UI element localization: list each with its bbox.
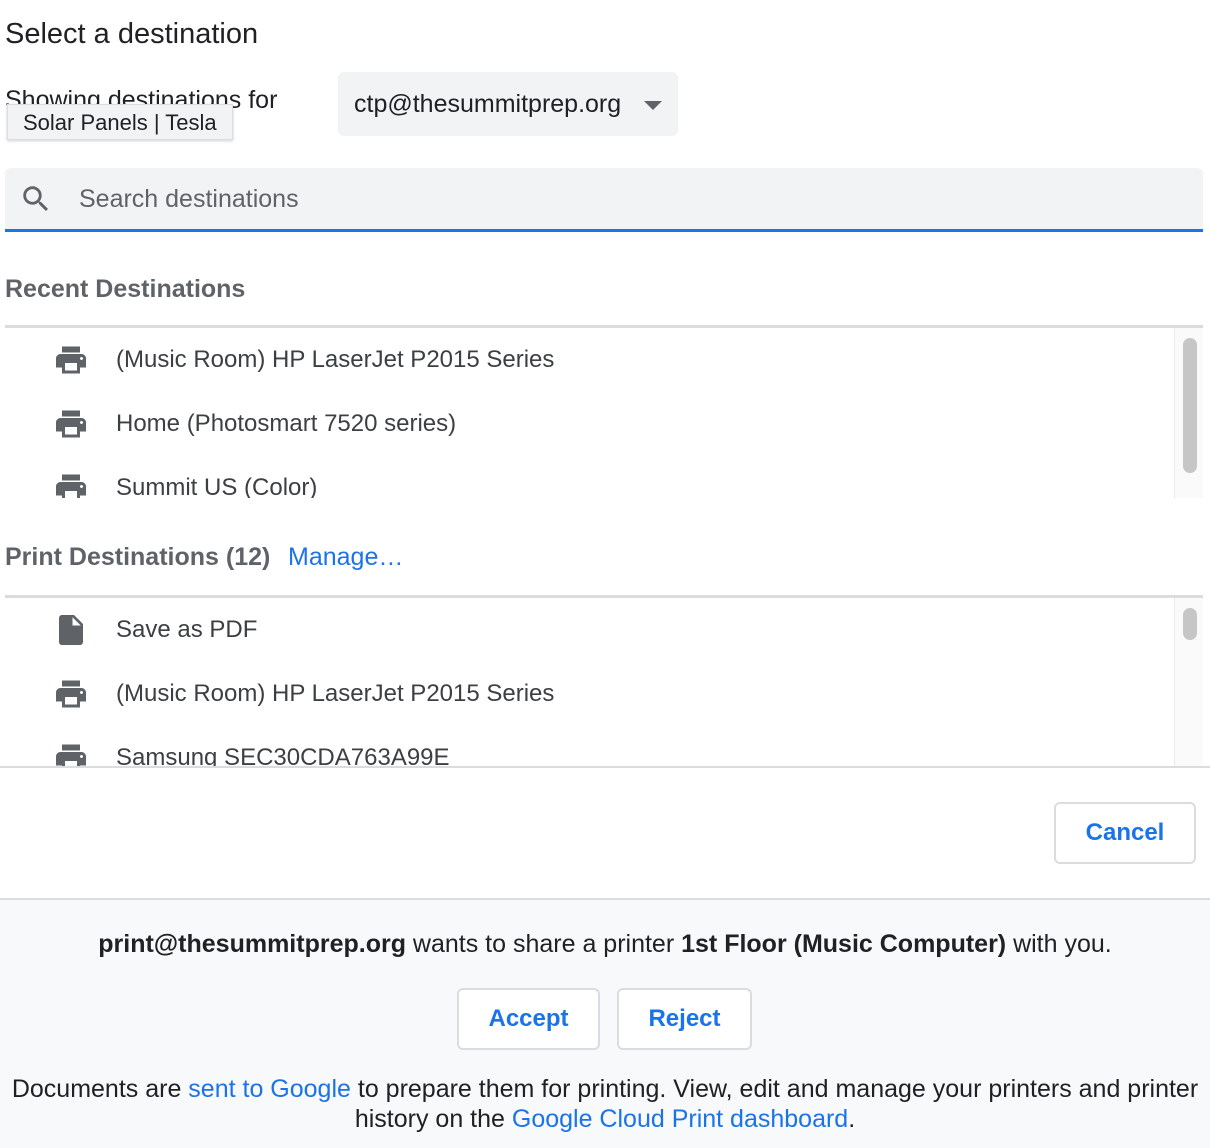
- list-item[interactable]: (Music Room) HP LaserJet P2015 Series: [5, 662, 1203, 726]
- share-sender: print@thesummitprep.org: [98, 930, 406, 958]
- list-item-label: Samsung SEC30CDA763A99E: [116, 744, 450, 768]
- printer-icon: [56, 474, 86, 498]
- list-item-label: Summit US (Color): [116, 474, 318, 498]
- recent-destinations-list: (Music Room) HP LaserJet P2015 Series Ho…: [5, 325, 1203, 498]
- recent-destinations-heading: Recent Destinations: [5, 275, 246, 303]
- share-text: wants to share a printer: [405, 930, 682, 958]
- notice-text: .: [848, 1105, 856, 1133]
- account-select[interactable]: ctp@thesummitprep.org: [338, 72, 678, 136]
- printer-icon: [56, 410, 86, 438]
- list-item-label: (Music Room) HP LaserJet P2015 Series: [116, 680, 555, 707]
- printer-share-message: print@thesummitprep.org wants to share a…: [0, 930, 1210, 959]
- printer-icon: [56, 744, 86, 768]
- scrollbar-thumb[interactable]: [1183, 608, 1197, 640]
- list-item[interactable]: Summit US (Color): [5, 456, 1203, 498]
- print-destinations-count: (12): [225, 543, 271, 571]
- scrollbar[interactable]: [1174, 328, 1203, 498]
- list-item[interactable]: Save as PDF: [5, 598, 1203, 662]
- dialog-title: Select a destination: [5, 18, 259, 50]
- caret-down-icon: [644, 101, 662, 110]
- divider: [0, 766, 1210, 768]
- print-destinations-label: Print Destinations: [5, 543, 219, 571]
- scrollbar[interactable]: [1174, 598, 1203, 768]
- list-item-label: Home (Photosmart 7520 series): [116, 410, 457, 437]
- shared-printer-name: 1st Floor (Music Computer): [681, 930, 1007, 958]
- search-icon: [23, 186, 49, 212]
- printer-icon: [56, 680, 86, 708]
- list-item[interactable]: (Music Room) HP LaserJet P2015 Series: [5, 328, 1203, 392]
- reject-button[interactable]: Reject: [617, 988, 752, 1050]
- manage-link[interactable]: Manage…: [288, 543, 403, 572]
- notice-text: Documents are: [11, 1075, 189, 1103]
- list-item[interactable]: Home (Photosmart 7520 series): [5, 392, 1203, 456]
- print-destinations-heading: Print Destinations (12): [5, 543, 270, 572]
- search-input[interactable]: [79, 178, 1179, 220]
- cancel-button[interactable]: Cancel: [1054, 802, 1196, 864]
- document-icon: [59, 615, 83, 645]
- list-item-label: (Music Room) HP LaserJet P2015 Series: [116, 346, 555, 373]
- share-text-end: with you.: [1006, 930, 1112, 958]
- tooltip: Solar Panels | Tesla: [7, 104, 233, 140]
- cloud-print-notice: Documents are sent to Google to prepare …: [0, 1074, 1210, 1134]
- footer: print@thesummitprep.org wants to share a…: [0, 898, 1210, 1148]
- cloud-print-dashboard-link[interactable]: Google Cloud Print dashboard: [512, 1105, 848, 1133]
- accept-button[interactable]: Accept: [457, 988, 600, 1050]
- search-box[interactable]: [5, 168, 1203, 232]
- account-select-value: ctp@thesummitprep.org: [354, 90, 622, 118]
- list-item[interactable]: Samsung SEC30CDA763A99E: [5, 726, 1203, 768]
- list-item-label: Save as PDF: [116, 616, 258, 643]
- printer-icon: [56, 346, 86, 374]
- scrollbar-thumb[interactable]: [1183, 338, 1197, 473]
- print-destinations-list: Save as PDF (Music Room) HP LaserJet P20…: [5, 595, 1203, 768]
- sent-to-google-link[interactable]: sent to Google: [188, 1075, 351, 1103]
